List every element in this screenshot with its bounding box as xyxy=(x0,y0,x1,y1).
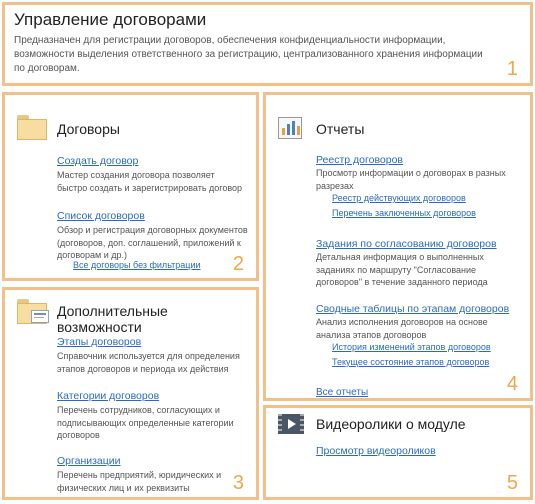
contracts-title: Договоры xyxy=(57,121,120,137)
active-registry-link[interactable]: Реестр действующих договоров xyxy=(332,193,466,203)
stage-history-link[interactable]: История изменений этапов договоров xyxy=(332,342,491,352)
panel-number-3: 3 xyxy=(232,472,244,494)
videos-title: Видеоролики о модуле xyxy=(316,416,466,432)
reports-title: Отчеты xyxy=(316,121,365,137)
pivot-tables-desc: Анализ исполнения договоров на основе ан… xyxy=(316,317,488,340)
panel-number-1: 1 xyxy=(506,58,518,80)
stage-current-link[interactable]: Текущее состояние этапов договоров xyxy=(332,357,489,367)
organizations-desc: Перечень предприятий, юридических и физи… xyxy=(57,470,222,493)
categories-link[interactable]: Категории договоров xyxy=(57,390,159,402)
registry-link[interactable]: Реестр договоров xyxy=(316,154,403,166)
create-contract-desc: Мастер создания договора позволяет быстр… xyxy=(57,170,243,193)
extra-panel: Дополнительные возможности Этапы договор… xyxy=(2,287,259,500)
categories-desc: Перечень сотрудников, согласующих и подп… xyxy=(57,405,234,440)
panel-number-2: 2 xyxy=(232,253,244,275)
stages-link[interactable]: Этапы договоров xyxy=(57,336,141,348)
registry-desc: Просмотр информации о договорах в разных… xyxy=(316,168,506,191)
all-contracts-link[interactable]: Все договоры без фильтрации xyxy=(73,260,201,270)
create-contract-link[interactable]: Создать договор xyxy=(57,155,138,167)
page-description: Предназначен для регистрации договоров, … xyxy=(14,35,483,74)
page-title: Управление договорами xyxy=(14,10,207,29)
view-videos-link[interactable]: Просмотр видеороликов xyxy=(316,445,436,457)
contracts-panel: Договоры Создать договор Мастер создания… xyxy=(2,92,259,281)
header-panel: Управление договорами Предназначен для р… xyxy=(2,2,533,86)
concluded-list-link[interactable]: Перечень заключенных договоров xyxy=(332,208,476,218)
video-icon xyxy=(278,414,304,434)
approval-tasks-link[interactable]: Задания по согласованию договоров xyxy=(316,238,497,250)
folder-icon xyxy=(17,115,47,141)
contract-list-desc: Обзор и регистрация договорных документо… xyxy=(57,225,248,260)
folder-document-icon xyxy=(17,299,49,325)
contract-list-link[interactable]: Список договоров xyxy=(57,210,145,222)
stages-desc: Справочник используется для определения … xyxy=(57,351,240,374)
reports-panel: Отчеты Реестр договоров Просмотр информа… xyxy=(263,92,533,401)
pivot-tables-link[interactable]: Сводные таблицы по этапам договоров xyxy=(316,303,509,315)
bar-chart-icon xyxy=(278,117,302,139)
organizations-link[interactable]: Организации xyxy=(57,455,121,467)
videos-panel: Видеоролики о модуле Просмотр видеоролик… xyxy=(263,405,533,500)
panel-number-4: 4 xyxy=(506,373,518,395)
extra-title: Дополнительные возможности xyxy=(57,303,168,335)
panel-number-5: 5 xyxy=(506,472,518,494)
approval-tasks-desc: Детальная информация о выполненных задан… xyxy=(316,252,488,287)
all-reports-link[interactable]: Все отчеты xyxy=(316,387,368,398)
